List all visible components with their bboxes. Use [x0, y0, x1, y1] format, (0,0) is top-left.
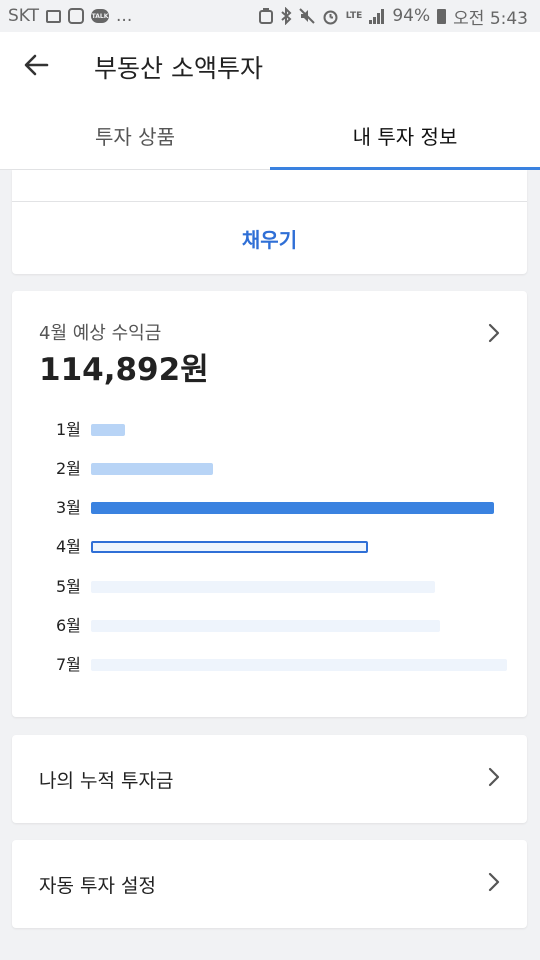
- more-notifications: ...: [116, 6, 133, 26]
- clock: 오전 5:43: [453, 8, 528, 29]
- expected-income-amount: 114,892원: [39, 352, 209, 388]
- app-bar: 부동산 소액투자: [0, 32, 540, 102]
- month-label: 7월: [56, 655, 81, 674]
- arrow-left-icon: [23, 53, 49, 81]
- expected-income-label: 4월 예상 수익금: [39, 323, 162, 344]
- screenshot-icon: [258, 8, 273, 24]
- chevron-right-icon: [487, 871, 501, 897]
- tab-bar: 투자 상품 내 투자 정보: [0, 102, 540, 170]
- gallery-icon: [46, 9, 62, 23]
- month-label: 5월: [56, 577, 81, 596]
- auto-investment-settings-chevron: [482, 870, 506, 898]
- month-label: 4월: [56, 537, 81, 556]
- month-row: 7월: [12, 655, 527, 675]
- month-bar: [91, 659, 507, 671]
- mute-icon: [299, 8, 315, 24]
- instagram-icon: [68, 8, 85, 24]
- month-bar: [91, 424, 125, 436]
- signal-icon: [369, 8, 385, 24]
- month-row: 4월: [12, 537, 527, 557]
- accumulated-investment-chevron: [482, 765, 506, 793]
- page-title: 부동산 소액투자: [94, 54, 263, 83]
- accumulated-investment-card[interactable]: 나의 누적 투자금: [12, 735, 527, 823]
- kakaotalk-icon: TALK: [91, 9, 110, 23]
- month-label: 1월: [56, 420, 81, 439]
- chevron-right-icon: [487, 322, 501, 348]
- chevron-right-icon: [487, 766, 501, 792]
- month-bar: [91, 620, 440, 632]
- fill-button[interactable]: 채우기: [12, 202, 527, 274]
- month-row: 5월: [12, 577, 527, 597]
- lte-label: LTE: [345, 11, 363, 21]
- month-row: 3월: [12, 498, 527, 518]
- tab-my-investment-info[interactable]: 내 투자 정보: [270, 102, 540, 170]
- back-button[interactable]: [0, 32, 72, 102]
- month-label: 3월: [56, 498, 81, 517]
- accumulated-investment-label: 나의 누적 투자금: [39, 769, 174, 792]
- month-label: 2월: [56, 459, 81, 478]
- month-row: 6월: [12, 616, 527, 636]
- expected-income-card[interactable]: 4월 예상 수익금 114,892원 1월 2월 3월 4월 5월 6월 7월: [12, 291, 527, 717]
- alarm-icon: [322, 8, 339, 25]
- tab-investment-products[interactable]: 투자 상품: [0, 102, 270, 169]
- auto-investment-settings-card[interactable]: 자동 투자 설정: [12, 840, 527, 928]
- battery-percent: 94%: [392, 6, 431, 26]
- month-bar: [91, 502, 494, 514]
- income-detail-button[interactable]: [482, 321, 506, 349]
- auto-investment-settings-label: 자동 투자 설정: [39, 874, 156, 897]
- battery-icon: [437, 8, 447, 24]
- month-bar: [91, 463, 213, 475]
- month-label: 6월: [56, 616, 81, 635]
- month-bar: [91, 581, 435, 593]
- carrier-label: SKT: [8, 6, 40, 26]
- month-bar: [91, 541, 368, 553]
- status-bar: SKT TALK ... LTE 94% 오전 5:43: [0, 0, 540, 32]
- bluetooth-icon: [280, 7, 292, 25]
- month-row: 2월: [12, 459, 527, 479]
- month-row: 1월: [12, 420, 527, 440]
- balance-card: 채우기: [12, 170, 527, 274]
